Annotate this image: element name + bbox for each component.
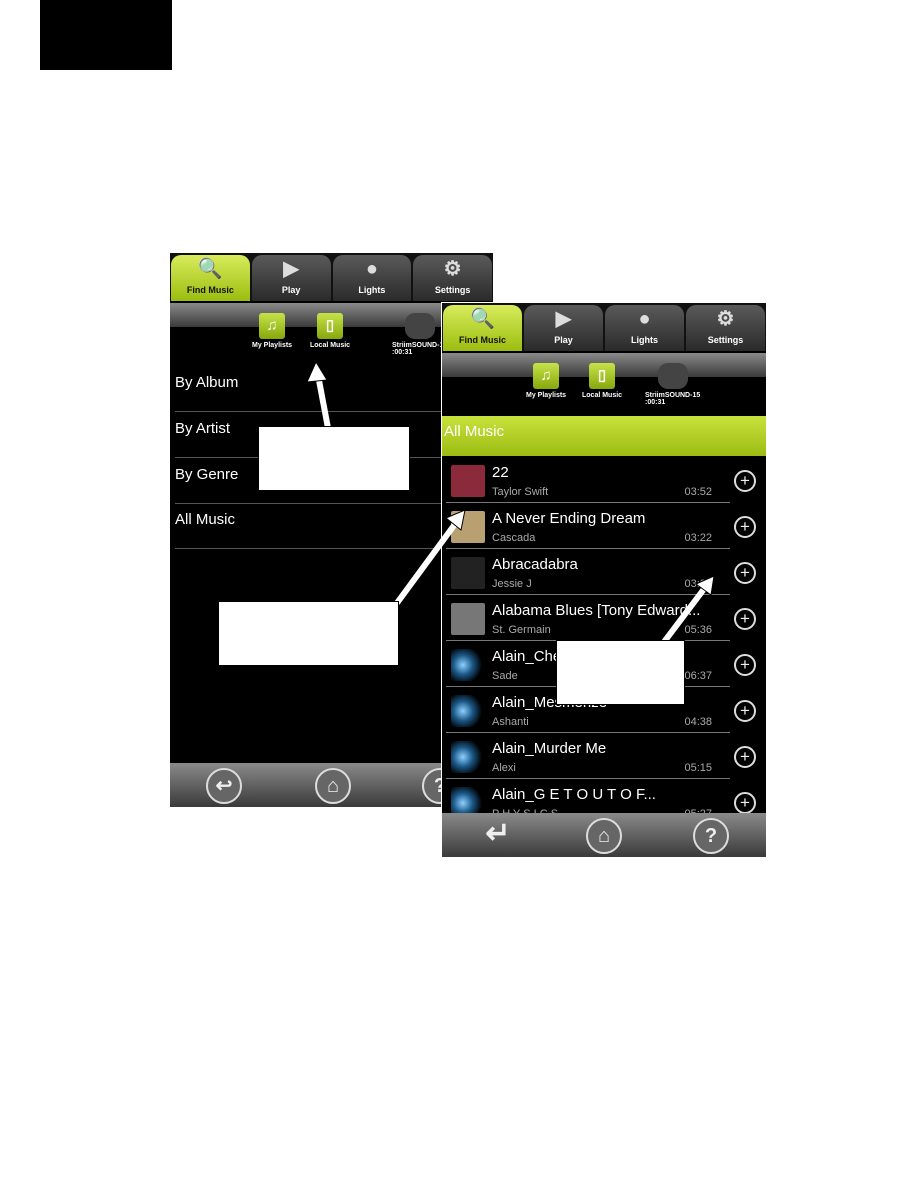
arrow-to-local-music [315, 374, 331, 429]
annotation-arrows [306, 360, 715, 644]
arrow-to-song [394, 518, 461, 605]
arrow-to-add-button [661, 583, 710, 644]
callout-box [258, 426, 410, 491]
callout-box [556, 640, 685, 705]
callout-box [218, 601, 399, 666]
